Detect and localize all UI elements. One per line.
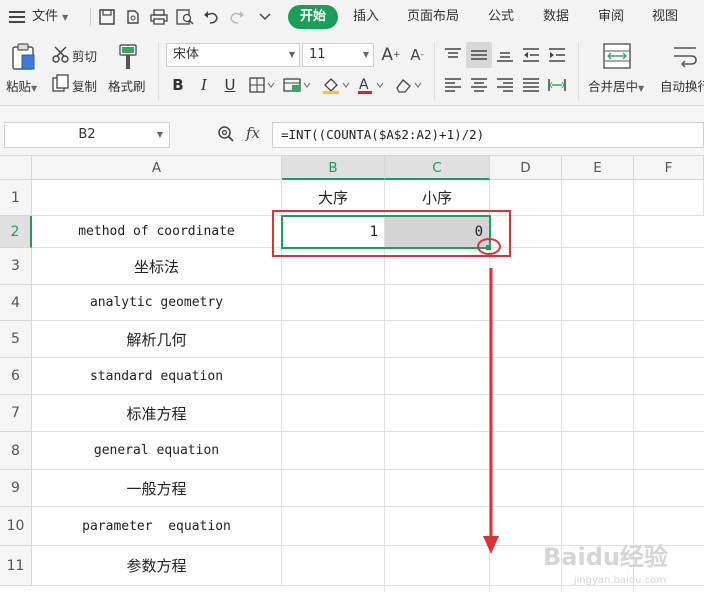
watermark-logo: Baidu经验 [543, 543, 668, 571]
wrap-text-button[interactable]: 自动换行 [660, 76, 704, 95]
hamburger-menu-icon[interactable] [8, 8, 26, 26]
justify-icon[interactable] [520, 74, 542, 96]
divider [158, 42, 159, 100]
divider [90, 8, 91, 26]
distributed-icon[interactable] [546, 74, 568, 96]
scissors-icon [52, 46, 70, 64]
name-box[interactable]: B2 ▼ [4, 122, 170, 148]
merge-center-icon[interactable] [602, 42, 632, 70]
decrease-indent-icon[interactable] [520, 44, 542, 66]
align-right-icon[interactable] [494, 74, 516, 96]
underline-icon[interactable]: U [220, 74, 240, 96]
file-menu-label: 文件 [32, 9, 59, 24]
drag-down-arrow-annotation [483, 268, 499, 554]
copy-button[interactable]: 复制 [72, 76, 97, 95]
align-middle-icon[interactable] [466, 42, 492, 68]
menu-bar: 文件 ▼ 开始 插入 页面布局 公式 数据 审阅 视图 [0, 0, 704, 34]
customize-toolbar-icon[interactable] [256, 8, 274, 26]
chevron-down-icon: ▼ [62, 13, 69, 22]
fill-color-icon[interactable] [320, 74, 352, 96]
export-icon[interactable] [124, 8, 142, 26]
cell-style-icon[interactable] [282, 74, 312, 96]
svg-text:A: A [359, 77, 369, 93]
divider [434, 42, 435, 100]
tab-formulas[interactable]: 公式 [488, 0, 514, 34]
redo-icon[interactable] [228, 8, 246, 26]
tab-data[interactable]: 数据 [543, 0, 569, 34]
paste-button[interactable]: 粘贴▼ [6, 76, 37, 95]
formula-bar: B2 ▼ fx =INT((COUNTA($A$2:A2)+1)/2) [0, 106, 704, 156]
merge-center-button[interactable]: 合并居中▼ [588, 76, 644, 95]
cell-reference: B2 [78, 127, 96, 142]
fill-handle[interactable] [486, 245, 491, 250]
bold-icon[interactable]: B [168, 74, 188, 96]
print-icon[interactable] [150, 8, 168, 26]
tab-insert[interactable]: 插入 [353, 0, 379, 34]
align-left-icon[interactable] [442, 74, 464, 96]
spreadsheet-grid: A B C D E F 1 2 3 4 5 6 7 8 9 10 11 大序 小… [0, 156, 704, 592]
gridlines [282, 216, 704, 592]
tab-page-layout[interactable]: 页面布局 [407, 0, 459, 34]
wrap-text-icon[interactable] [670, 42, 700, 70]
font-name-value: 宋体 [173, 47, 200, 62]
clear-format-icon[interactable] [392, 74, 424, 96]
font-size-select[interactable]: 11 ▼ [302, 43, 374, 67]
paste-icon[interactable] [8, 42, 38, 72]
font-color-icon[interactable]: A [356, 74, 386, 96]
save-icon[interactable] [98, 8, 116, 26]
tab-start[interactable]: 开始 [288, 5, 338, 29]
undo-icon[interactable] [202, 8, 220, 26]
print-preview-icon[interactable] [176, 8, 194, 26]
divider [578, 42, 579, 100]
italic-icon[interactable]: I [194, 74, 214, 96]
file-menu[interactable]: 文件 ▼ [32, 0, 68, 34]
align-center-icon[interactable] [468, 74, 490, 96]
ribbon-toolbar: 粘贴▼ 剪切 复制 格式刷 宋体 ▼ 11 ▼ A + A- B I U A 合… [0, 34, 704, 106]
insert-function-button[interactable]: fx [242, 122, 264, 144]
align-bottom-icon[interactable] [494, 44, 516, 66]
font-name-select[interactable]: 宋体 ▼ [166, 43, 300, 67]
chevron-down-icon: ▼ [638, 84, 645, 93]
tab-review[interactable]: 审阅 [598, 0, 624, 34]
decrease-font-icon[interactable]: A- [406, 44, 428, 66]
merge-center-label: 合并居中 [588, 79, 639, 94]
chevron-down-icon: ▼ [31, 84, 38, 93]
increase-font-icon[interactable]: A + [380, 44, 402, 66]
align-top-icon[interactable] [442, 44, 464, 66]
chevron-down-icon: ▼ [156, 130, 163, 139]
formula-input[interactable]: =INT((COUNTA($A$2:A2)+1)/2) [272, 122, 704, 148]
tab-view[interactable]: 视图 [652, 0, 678, 34]
borders-icon[interactable] [248, 74, 276, 96]
cut-button[interactable]: 剪切 [72, 46, 97, 65]
format-painter-icon[interactable] [114, 42, 142, 72]
chevron-down-icon: ▼ [288, 50, 295, 59]
increase-indent-icon[interactable] [546, 44, 568, 66]
chevron-down-icon: ▼ [362, 50, 369, 59]
font-size-value: 11 [309, 47, 326, 62]
zoom-search-icon[interactable] [216, 124, 236, 144]
watermark-url: jingyan.baidu.com [573, 575, 666, 586]
format-painter-button[interactable]: 格式刷 [108, 76, 146, 95]
copy-icon [52, 74, 70, 92]
paste-label: 粘贴 [6, 79, 32, 94]
